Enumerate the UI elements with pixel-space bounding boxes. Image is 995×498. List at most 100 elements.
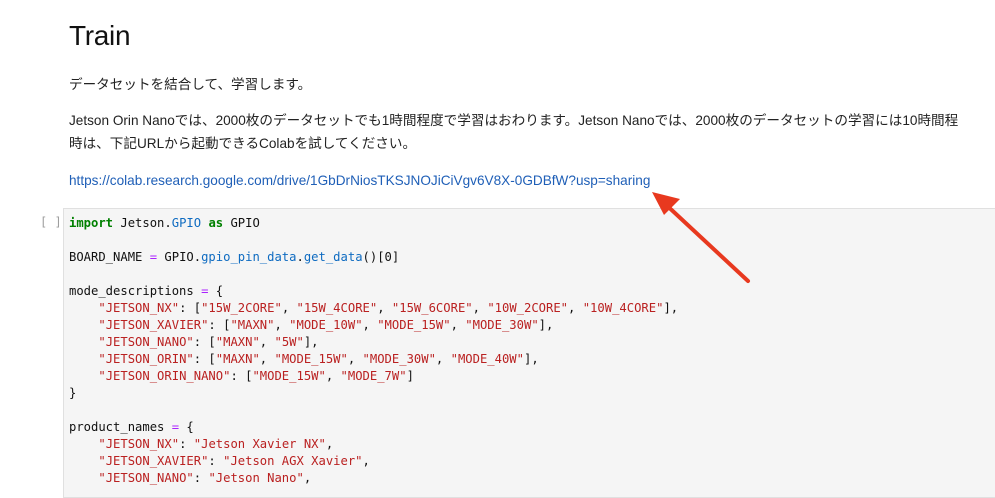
code-token: "10W_2CORE" [487, 301, 569, 315]
code-token: "5W" [274, 335, 304, 349]
code-token: . [296, 250, 304, 264]
code-token: : [ [193, 352, 216, 366]
code-token: "MODE_15W" [252, 369, 326, 383]
code-token: , [281, 301, 297, 315]
code-line: BOARD_NAME = GPIO.gpio_pin_data.get_data… [69, 249, 678, 266]
code-token: "JETSON_NANO" [98, 335, 194, 349]
code-line: "JETSON_NANO": ["MAXN", "5W"], [69, 334, 678, 351]
code-token: : [179, 437, 194, 451]
code-token: "MODE_15W" [377, 318, 451, 332]
code-token: "15W_4CORE" [296, 301, 378, 315]
code-token: "Jetson Xavier NX" [193, 437, 326, 451]
code-cell[interactable]: import Jetson.GPIO as GPIO BOARD_NAME = … [63, 208, 995, 498]
code-token: : [ [193, 335, 216, 349]
red-arrow-icon [652, 192, 750, 283]
code-token: gpio_pin_data [201, 250, 297, 264]
code-line: "JETSON_XAVIER": ["MAXN", "MODE_10W", "M… [69, 317, 678, 334]
description-text: データセットを結合して、学習します。 [69, 77, 312, 92]
code-token: GPIO [223, 216, 260, 230]
code-line: mode_descriptions = { [69, 283, 678, 300]
code-token: : [ [179, 301, 202, 315]
page-title: Train [69, 20, 131, 51]
code-token: ], [663, 301, 679, 315]
code-token: , [362, 454, 370, 468]
code-token: "MAXN" [215, 352, 260, 366]
code-token: , [472, 301, 488, 315]
code-token: "MAXN" [215, 335, 260, 349]
code-token: "10W_4CORE" [582, 301, 664, 315]
code-token: : [ [230, 369, 253, 383]
code-line: "JETSON_XAVIER": "Jetson AGX Xavier", [69, 453, 678, 470]
code-token: ], [538, 318, 554, 332]
code-token: 0 [384, 250, 392, 264]
code-token: , [259, 352, 275, 366]
code-token: "MODE_15W" [274, 352, 348, 366]
colab-link[interactable]: https://colab.research.google.com/drive/… [69, 170, 650, 192]
code-token: } [69, 386, 77, 400]
code-token: , [377, 301, 392, 315]
code-token: { [208, 284, 224, 298]
code-token: , [450, 318, 466, 332]
code-token: as [208, 216, 224, 230]
code-token: , [274, 318, 290, 332]
code-line: import Jetson.GPIO as GPIO [69, 215, 678, 232]
code-token: "JETSON_NX" [98, 437, 180, 451]
code-token: mode_descriptions [69, 284, 202, 298]
code-token: "MODE_40W" [450, 352, 524, 366]
code-editor[interactable]: import Jetson.GPIO as GPIO BOARD_NAME = … [69, 215, 678, 487]
code-token: ], [523, 352, 539, 366]
code-line: "JETSON_NANO": "Jetson Nano", [69, 470, 678, 487]
code-token: : [ [208, 318, 231, 332]
code-token: "MODE_30W" [465, 318, 539, 332]
code-token: GPIO [171, 216, 202, 230]
code-token: Jetson. [113, 216, 172, 230]
code-token: "MAXN" [230, 318, 275, 332]
code-token: GPIO. [157, 250, 202, 264]
note-text-line-2: 時は、下記URLから起動できるColabを試してください。 [69, 136, 417, 151]
code-token: get_data [303, 250, 363, 264]
note-text-line-1: Jetson Orin Nanoでは、2000枚のデータセットでも1時間程度で学… [69, 113, 959, 128]
code-token: import [69, 216, 114, 230]
code-token: ] [406, 369, 414, 383]
code-token: : [193, 471, 209, 485]
code-token: product_names [69, 420, 172, 434]
code-token: "15W_2CORE" [201, 301, 282, 315]
code-token: = [149, 250, 158, 264]
code-token: "MODE_7W" [340, 369, 407, 383]
code-line: "JETSON_NX": "Jetson Xavier NX", [69, 436, 678, 453]
code-token: "15W_6CORE" [391, 301, 473, 315]
code-token: "MODE_30W" [362, 352, 436, 366]
code-line: product_names = { [69, 419, 678, 436]
code-token: "Jetson Nano" [208, 471, 304, 485]
code-token: , [325, 369, 341, 383]
code-token: , [568, 301, 583, 315]
code-token: : [208, 454, 224, 468]
code-token: "JETSON_XAVIER" [98, 318, 209, 332]
code-token: , [259, 335, 275, 349]
code-token: ], [303, 335, 319, 349]
code-token: = [171, 420, 180, 434]
code-line: "JETSON_ORIN": ["MAXN", "MODE_15W", "MOD… [69, 351, 678, 368]
code-line: "JETSON_NX": ["15W_2CORE", "15W_4CORE", … [69, 300, 678, 317]
code-token: , [362, 318, 378, 332]
code-token: , [347, 352, 363, 366]
code-token: ] [391, 250, 400, 264]
code-token: , [435, 352, 451, 366]
code-token: { [179, 420, 194, 434]
code-token: , [303, 471, 312, 485]
code-line: "JETSON_ORIN_NANO": ["MODE_15W", "MODE_7… [69, 368, 678, 385]
code-token: "JETSON_XAVIER" [98, 454, 209, 468]
code-token: , [325, 437, 334, 451]
code-token: "JETSON_NANO" [98, 471, 194, 485]
